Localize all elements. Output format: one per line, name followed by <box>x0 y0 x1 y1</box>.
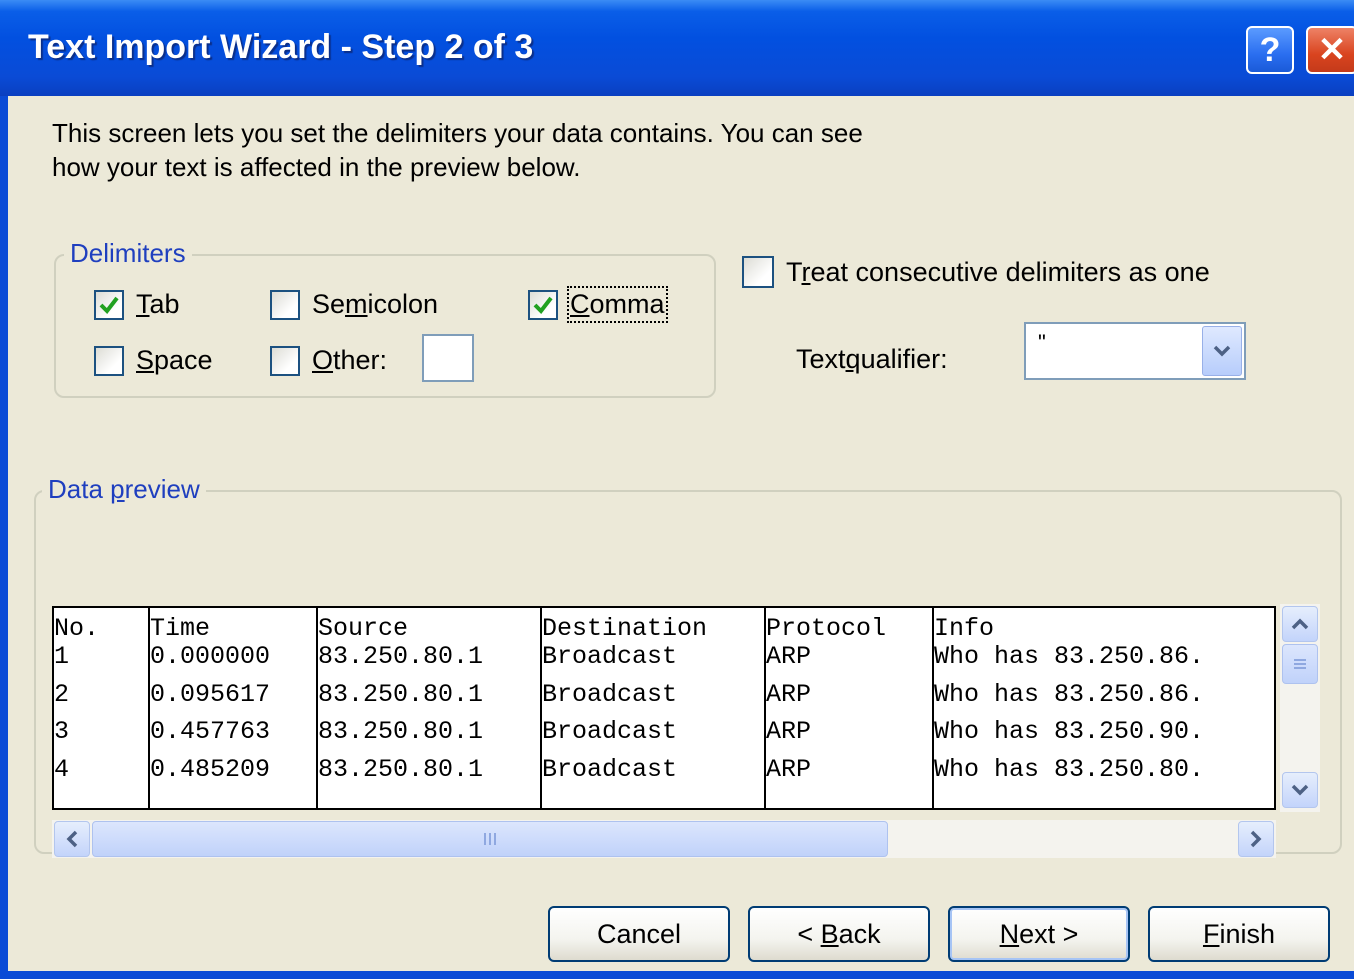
preview-cell: Broadcast <box>542 642 678 671</box>
grip-icon <box>484 833 496 845</box>
preview-cell: 4 <box>54 754 70 784</box>
preview-column[interactable]: Source 83.250.80.1 83.250.80.1 83.250.80… <box>316 608 540 808</box>
tab-checkbox[interactable]: Tab <box>94 289 180 320</box>
other-delimiter-input[interactable] <box>422 334 474 382</box>
preview-column[interactable]: No. 1 2 3 4 <box>54 608 148 808</box>
preview-cell: 0.457763 <box>150 717 271 746</box>
preview-cell: ARP <box>766 679 812 709</box>
preview-cell: Broadcast <box>542 754 678 784</box>
finish-button-label: Finish <box>1202 918 1276 949</box>
check-mark-icon <box>99 296 119 314</box>
data-preview-grid[interactable]: No. 1 2 3 4 Time 0.000000 0.095617 0.457… <box>52 606 1276 810</box>
preview-cell: 2 <box>54 679 70 709</box>
preview-cell: Who has 83.250.80. <box>934 754 1205 784</box>
close-button[interactable]: ✕ <box>1306 26 1354 74</box>
back-button-label: < Back <box>797 918 881 949</box>
delimiters-group-label: Delimiters <box>64 238 192 269</box>
preview-cell: Who has 83.250.90. <box>934 717 1205 746</box>
preview-cell: Broadcast <box>542 679 678 709</box>
close-icon: ✕ <box>1317 31 1347 69</box>
next-button[interactable]: Next > <box>948 906 1130 962</box>
text-qualifier-value: " <box>1038 330 1046 355</box>
semicolon-checkbox[interactable]: Semicolon <box>270 289 438 320</box>
other-checkbox-box[interactable] <box>270 345 300 376</box>
help-button[interactable]: ? <box>1246 26 1294 74</box>
scroll-right-button[interactable] <box>1238 821 1274 857</box>
preview-cell: Who has 83.250.86. <box>934 679 1205 709</box>
preview-cell: Time <box>150 614 211 643</box>
preview-cell: 83.250.80.1 <box>318 717 484 746</box>
scroll-up-button[interactable] <box>1282 606 1318 642</box>
preview-column[interactable]: Destination Broadcast Broadcast Broadcas… <box>540 608 764 808</box>
semicolon-checkbox-label: Semicolon <box>312 289 439 319</box>
preview-column[interactable]: Time 0.000000 0.095617 0.457763 0.485209 <box>148 608 316 808</box>
preview-column[interactable]: Info Who has 83.250.86. Who has 83.250.8… <box>932 608 1274 808</box>
intro-line-2: how your text is affected in the preview… <box>52 152 581 182</box>
preview-cell: Source <box>318 614 409 643</box>
preview-cell: Destination <box>542 614 708 643</box>
preview-cell: ARP <box>766 717 812 746</box>
intro-text: This screen lets you set the delimiters … <box>52 116 1052 184</box>
chevron-up-icon <box>1291 618 1309 630</box>
data-preview-group-label: Data preview <box>42 474 206 505</box>
preview-cell: 83.250.80.1 <box>318 754 484 784</box>
space-checkbox-label: Space <box>136 345 213 375</box>
delimiters-group: Delimiters <box>54 238 716 398</box>
chevron-down-icon <box>1291 784 1309 796</box>
comma-checkbox-box[interactable] <box>528 289 558 320</box>
semicolon-checkbox-box[interactable] <box>270 289 300 320</box>
chevron-right-icon <box>1250 830 1262 848</box>
treat-consecutive-label: Treat consecutive delimiters as one <box>786 256 1210 287</box>
help-icon: ? <box>1259 30 1281 69</box>
text-qualifier-dropdown-button[interactable] <box>1202 326 1242 376</box>
preview-cell: 0.095617 <box>150 679 271 709</box>
preview-cell: ARP <box>766 642 812 671</box>
treat-consecutive-checkbox[interactable]: Treat consecutive delimiters as one <box>742 256 1210 288</box>
dialog-window: Text Import Wizard - Step 2 of 3 ? ✕ Thi… <box>0 0 1354 979</box>
other-checkbox-label: Other: <box>312 345 388 375</box>
comma-checkbox[interactable]: Comma <box>528 286 668 323</box>
tab-checkbox-box[interactable] <box>94 289 124 320</box>
back-button[interactable]: < Back <box>748 906 930 962</box>
preview-cell: 0.000000 <box>150 642 271 671</box>
preview-cell: 3 <box>54 717 70 746</box>
title-bar[interactable]: Text Import Wizard - Step 2 of 3 ? ✕ <box>0 0 1354 96</box>
preview-cell: Who has 83.250.86. <box>934 642 1205 671</box>
intro-line-1: This screen lets you set the delimiters … <box>52 118 863 148</box>
preview-cell: Protocol <box>766 614 887 643</box>
preview-column[interactable]: Protocol ARP ARP ARP ARP <box>764 608 932 808</box>
grip-icon <box>1294 659 1306 669</box>
scroll-down-button[interactable] <box>1282 772 1318 808</box>
text-qualifier-label: Text q ualifier: <box>796 344 948 374</box>
preview-vertical-scrollbar[interactable] <box>1280 604 1320 812</box>
cancel-button-label: Cancel <box>596 918 682 949</box>
preview-cell: 0.485209 <box>150 754 271 784</box>
preview-cell: No. <box>54 614 100 643</box>
scroll-left-button[interactable] <box>54 821 90 857</box>
vertical-scroll-thumb[interactable] <box>1282 644 1318 684</box>
finish-button[interactable]: Finish <box>1148 906 1330 962</box>
preview-cell: 83.250.80.1 <box>318 642 484 671</box>
other-checkbox[interactable]: Other: <box>270 345 387 376</box>
chevron-down-icon <box>1213 345 1231 357</box>
comma-checkbox-label: Comma <box>567 286 668 323</box>
preview-cell: 1 <box>54 642 70 671</box>
space-checkbox-box[interactable] <box>94 345 124 376</box>
cancel-button[interactable]: Cancel <box>548 906 730 962</box>
horizontal-scroll-thumb[interactable] <box>92 821 888 857</box>
preview-cell: 83.250.80.1 <box>318 679 484 709</box>
preview-cell: Broadcast <box>542 717 678 746</box>
text-qualifier-select[interactable]: " <box>1024 322 1246 380</box>
treat-consecutive-checkbox-box[interactable] <box>742 256 774 288</box>
dialog-body: This screen lets you set the delimiters … <box>8 96 1354 971</box>
preview-cell: ARP <box>766 754 812 784</box>
tab-checkbox-label: Tab <box>136 289 180 319</box>
next-button-label: Next > <box>999 918 1079 949</box>
chevron-left-icon <box>66 830 78 848</box>
check-mark-icon <box>533 296 553 314</box>
preview-horizontal-scrollbar[interactable] <box>52 820 1276 858</box>
window-title: Text Import Wizard - Step 2 of 3 <box>28 28 534 66</box>
preview-cell: Info <box>934 614 995 643</box>
space-checkbox[interactable]: Space <box>94 345 213 376</box>
